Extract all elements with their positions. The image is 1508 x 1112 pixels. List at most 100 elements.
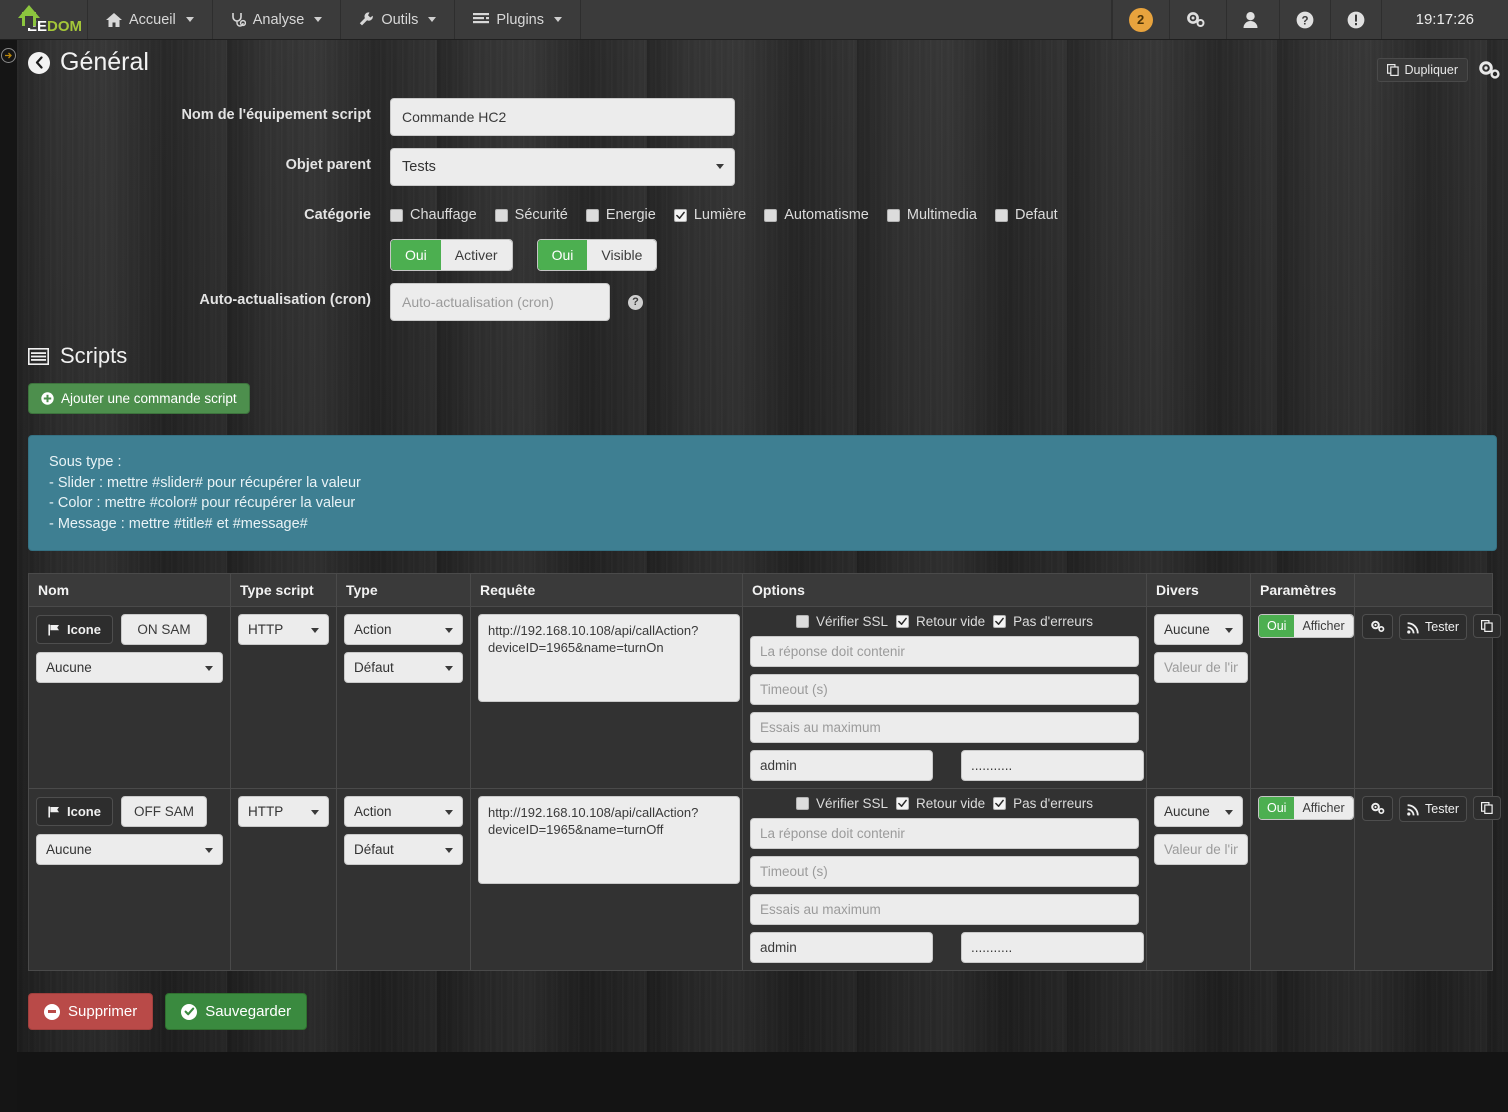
equipment-name-input[interactable] [390, 98, 735, 136]
category-checkbox-chauffage[interactable]: Chauffage [390, 207, 477, 223]
checkbox-verifier-ssl[interactable]: Vérifier SSL [796, 796, 888, 811]
subtype-select[interactable]: Défaut [344, 652, 463, 683]
category-checkbox-lumière[interactable]: Lumière [673, 207, 746, 223]
table-row: Icone Aucune HTTP Action Défaut http://192.16… [28, 788, 1502, 971]
request-textarea[interactable]: http://192.168.10.108/api/callAction?dev… [478, 796, 740, 884]
checkbox-verifier-ssl[interactable]: Vérifier SSL [796, 614, 888, 629]
checkbox-box[interactable] [896, 615, 910, 628]
password-input[interactable] [961, 750, 1144, 781]
duplicate-command-button[interactable] [1473, 614, 1502, 638]
cron-input[interactable] [390, 283, 610, 321]
command-name-input[interactable] [120, 614, 207, 645]
checkbox-pas-derreurs[interactable]: Pas d'erreurs [993, 614, 1093, 629]
response-contains-input[interactable] [750, 818, 1139, 849]
checkbox-box[interactable] [886, 208, 900, 222]
delete-button[interactable]: Supprimer [28, 993, 154, 1030]
max-retries-input[interactable] [750, 894, 1139, 925]
help-icon[interactable]: ? [628, 294, 643, 310]
divers-select[interactable]: Aucune [1154, 796, 1243, 827]
nav-item-analyse[interactable]: Analyse [213, 0, 342, 39]
category-checkbox-defaut[interactable]: Defaut [994, 207, 1058, 223]
icone-picker-button[interactable]: Icone [36, 797, 113, 826]
checkbox-box[interactable] [764, 208, 778, 222]
gears-icon[interactable] [1478, 60, 1500, 80]
configure-button[interactable] [1362, 614, 1393, 639]
nav-item-plugins[interactable]: Plugins [455, 0, 581, 39]
type-select[interactable]: Action [344, 614, 463, 645]
duplicate-label: Dupliquer [1404, 63, 1458, 77]
checkbox-box[interactable] [390, 208, 403, 222]
category-checkbox-multimedia[interactable]: Multimedia [886, 207, 977, 223]
toggle-activer-on[interactable]: Oui [391, 240, 441, 270]
toggle-activer-label[interactable]: Activer [440, 240, 512, 270]
nav-label-plugins: Plugins [496, 11, 544, 28]
info-value-input[interactable] [1154, 652, 1248, 683]
subtype-select[interactable]: Défaut [344, 834, 463, 865]
toggle-visible-label[interactable]: Visible [587, 240, 657, 270]
checkbox-box[interactable] [673, 208, 687, 222]
password-input[interactable] [961, 932, 1144, 963]
toggle-afficher-label[interactable]: Afficher [1294, 615, 1353, 637]
jeedom-logo[interactable]: EEDOM [0, 0, 88, 39]
type-script-select[interactable]: HTTP [238, 614, 329, 645]
chevron-down-icon [716, 164, 724, 169]
checkbox-pas-derreurs[interactable]: Pas d'erreurs [993, 796, 1093, 811]
notification-badge[interactable]: 2 [1111, 0, 1169, 39]
toggle-afficher-label[interactable]: Afficher [1294, 797, 1353, 819]
category-checkbox-energie[interactable]: Energie [585, 207, 656, 223]
sidebar-collapsed-strip [0, 40, 17, 1112]
divers-select[interactable]: Aucune [1154, 614, 1243, 645]
add-script-command-button[interactable]: Ajouter une commande script [28, 383, 250, 414]
checkbox-box[interactable] [993, 797, 1007, 810]
checkbox-box[interactable] [796, 797, 810, 810]
icon-select[interactable]: Aucune [36, 652, 223, 683]
copy-icon [1387, 64, 1400, 76]
parent-object-select[interactable]: Tests [390, 148, 735, 186]
configure-button[interactable] [1362, 796, 1393, 821]
save-button[interactable]: Sauvegarder [165, 993, 308, 1030]
username-input[interactable] [750, 750, 933, 781]
help-button[interactable]: ? [1278, 0, 1330, 39]
toggle-afficher[interactable]: Oui Afficher [1258, 614, 1354, 638]
category-checkbox-automatisme[interactable]: Automatisme [764, 207, 869, 223]
toggle-visible-on[interactable]: Oui [537, 240, 588, 270]
info-value-input[interactable] [1154, 834, 1248, 865]
back-arrow-icon[interactable] [28, 51, 50, 74]
settings-menu[interactable] [1168, 0, 1226, 39]
timeout-input[interactable] [750, 856, 1139, 887]
checkbox-box[interactable] [896, 797, 910, 810]
toggle-afficher[interactable]: Oui Afficher [1258, 796, 1354, 820]
sidebar-expand-button[interactable] [1, 48, 16, 63]
toggle-afficher-on[interactable]: Oui [1259, 797, 1295, 819]
checkbox-retour-vide[interactable]: Retour vide [896, 614, 985, 629]
checkbox-retour-vide[interactable]: Retour vide [896, 796, 985, 811]
icon-select[interactable]: Aucune [36, 834, 223, 865]
checkbox-box[interactable] [796, 615, 810, 628]
user-menu[interactable] [1225, 0, 1279, 39]
tester-button[interactable]: Tester [1399, 796, 1468, 822]
toggle-afficher-on[interactable]: Oui [1259, 615, 1295, 637]
type-script-select[interactable]: HTTP [238, 796, 329, 827]
checkbox-box[interactable] [993, 615, 1007, 628]
timeout-input[interactable] [750, 674, 1139, 705]
duplicate-button[interactable]: Dupliquer [1377, 58, 1468, 82]
command-name-input[interactable] [120, 796, 207, 827]
copy-icon [1481, 620, 1493, 632]
checkbox-box[interactable] [585, 208, 599, 222]
toggle-visible[interactable]: Oui Visible [536, 239, 658, 271]
max-retries-input[interactable] [750, 712, 1139, 743]
icone-picker-button[interactable]: Icone [36, 615, 113, 644]
duplicate-command-button[interactable] [1473, 796, 1502, 820]
username-input[interactable] [750, 932, 933, 963]
category-checkbox-sécurité[interactable]: Sécurité [494, 207, 568, 223]
checkbox-box[interactable] [994, 208, 1008, 222]
type-select[interactable]: Action [344, 796, 463, 827]
nav-item-accueil[interactable]: Accueil [88, 0, 213, 39]
response-contains-input[interactable] [750, 636, 1139, 667]
request-textarea[interactable]: http://192.168.10.108/api/callAction?dev… [478, 614, 740, 702]
toggle-activer[interactable]: Oui Activer [390, 239, 513, 271]
tester-button[interactable]: Tester [1399, 614, 1468, 640]
checkbox-box[interactable] [494, 208, 508, 222]
nav-item-outils[interactable]: Outils [341, 0, 456, 39]
alert-button[interactable] [1329, 0, 1381, 39]
